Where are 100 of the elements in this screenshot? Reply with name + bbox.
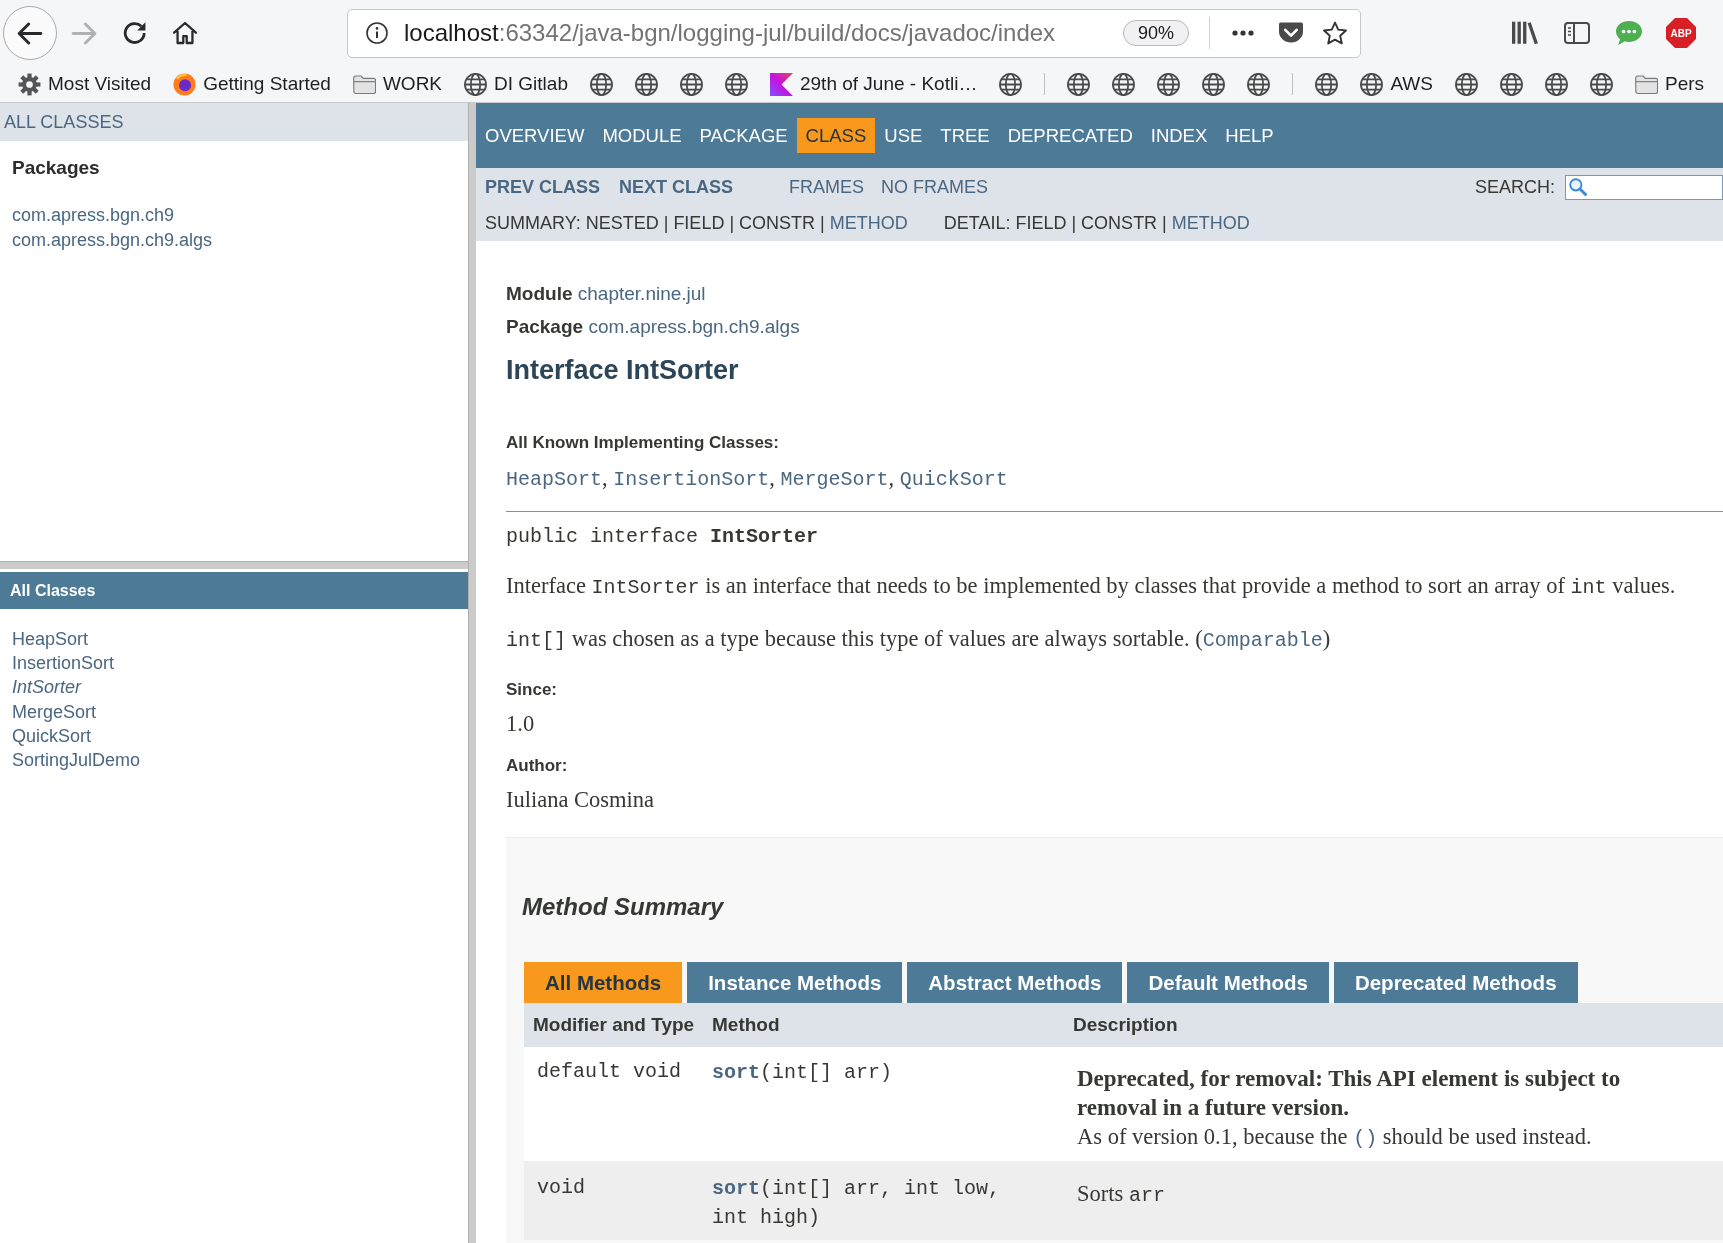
summary-method-link[interactable]: METHOD — [829, 213, 908, 234]
type-link[interactable]: QuickSort — [12, 723, 92, 748]
globe-icon[interactable] — [1157, 72, 1181, 96]
frames-link[interactable]: NO FRAMES — [881, 176, 989, 198]
globe-icon[interactable] — [1590, 72, 1613, 96]
function-link[interactable]: sort — [712, 1061, 760, 1084]
address-bar[interactable]: localhost:63342/java-bgn/logging-jul/build/docs/javadoc/index 90% — [347, 8, 1361, 58]
class-nav-link[interactable]: PREV CLASS — [485, 176, 601, 198]
sidebar-icon[interactable] — [1564, 21, 1590, 45]
nav-link[interactable]: MODULE — [593, 118, 691, 153]
search-label: SEARCH: — [1475, 176, 1555, 198]
package-line: Package com.apress.bgn.ch9.algs — [506, 315, 801, 339]
search-icon — [1569, 178, 1587, 196]
tag-value: Iuliana Cosmina — [506, 786, 656, 814]
globe-icon[interactable] — [1315, 72, 1339, 96]
globe-icon — [1360, 72, 1384, 96]
zoom-button[interactable]: 90% — [1122, 20, 1189, 46]
home-icon[interactable] — [173, 21, 197, 45]
globe-icon[interactable] — [589, 72, 613, 96]
implementing-classes: HeapSort, InsertionSort, MergeSort, QuickSort — [506, 464, 1009, 493]
bookmark-item[interactable]: 29th of June - Kotli… — [769, 72, 978, 96]
frames-link[interactable]: FRAMES — [789, 176, 865, 198]
method-signature: sort(int[] arr, int low, int high) — [712, 1176, 1002, 1231]
type-link[interactable]: InsertionSort — [613, 468, 770, 491]
globe-icon[interactable] — [1202, 72, 1226, 96]
classes-heading: All Classes — [0, 572, 468, 609]
detail-text: DETAIL: FIELD | CONSTR | — [943, 213, 1167, 234]
bookmark-item[interactable]: Most Visited — [18, 72, 152, 96]
type-link[interactable]: IntSorter — [12, 675, 82, 700]
nav-link[interactable]: USE — [875, 118, 932, 153]
interface-title: Interface IntSorter — [506, 354, 740, 387]
bookmark-item[interactable]: AWS — [1360, 72, 1433, 96]
method-tab[interactable]: Abstract Methods — [907, 962, 1123, 1003]
extension-button[interactable]: ABP — [1666, 18, 1696, 48]
nav-link[interactable]: TREE — [931, 118, 999, 153]
type-link[interactable]: InsertionSort — [12, 651, 115, 676]
globe-icon[interactable] — [1500, 72, 1523, 96]
type-link[interactable]: HeapSort — [12, 627, 89, 652]
globe-icon[interactable] — [1067, 72, 1091, 96]
library-icon[interactable] — [1512, 21, 1538, 45]
globe-icon[interactable] — [724, 72, 748, 96]
globe-icon[interactable] — [999, 72, 1023, 96]
globe-icon[interactable] — [1112, 72, 1136, 96]
chat-bubble-icon[interactable] — [1616, 20, 1642, 46]
back-button[interactable] — [3, 6, 57, 60]
modifier-text: default void — [537, 1060, 682, 1083]
column-header: Modifier and Type — [532, 1014, 696, 1036]
info-icon[interactable] — [366, 22, 388, 44]
nav-link[interactable]: HELP — [1216, 118, 1283, 153]
method-summary-heading: Method Summary — [522, 892, 725, 922]
namespace-link[interactable]: com.apress.bgn.ch9 — [12, 203, 175, 228]
class-nav-link[interactable]: NEXT CLASS — [619, 176, 734, 198]
globe-icon[interactable] — [634, 72, 658, 96]
folder-icon — [352, 72, 376, 96]
globe-icon[interactable] — [679, 72, 703, 96]
type-link[interactable]: MergeSort — [780, 468, 889, 491]
nav-link[interactable]: OVERVIEW — [476, 118, 594, 153]
identifier-link[interactable]: chapter.nine.jul — [577, 283, 706, 304]
packages-heading: Packages — [12, 156, 101, 180]
function-link[interactable]: sort — [712, 1177, 760, 1200]
type-link[interactable]: MergeSort — [12, 699, 97, 724]
star-icon[interactable] — [1323, 21, 1347, 45]
nav-link[interactable]: PACKAGE — [690, 118, 797, 153]
bookmark-item[interactable]: DI Gitlab — [464, 72, 568, 96]
type-link[interactable]: HeapSort — [506, 468, 602, 491]
globe-icon[interactable] — [1247, 72, 1271, 96]
method-tab[interactable]: All Methods — [524, 962, 683, 1003]
tag-value: 1.0 — [506, 710, 536, 738]
globe-icon[interactable] — [1455, 72, 1478, 96]
module-line: Module chapter.nine.jul — [506, 282, 707, 306]
search-field[interactable] — [1565, 174, 1723, 200]
more-icon[interactable] — [1232, 30, 1254, 36]
method-tab[interactable]: Default Methods — [1127, 962, 1329, 1003]
globe-icon — [464, 72, 488, 96]
bookmark-item[interactable]: Getting Started — [173, 72, 331, 96]
column-header: Description — [1072, 1014, 1179, 1036]
namespace-link[interactable]: com.apress.bgn.ch9.algs — [12, 228, 213, 253]
gear-icon — [18, 72, 41, 96]
url-text: localhost:63342/java-bgn/logging-jul/build/docs/javadoc/index — [404, 19, 1056, 47]
nav-link[interactable]: CLASS — [796, 118, 876, 153]
code-link[interactable]: Comparable — [1202, 629, 1323, 652]
all-classes-link[interactable]: ALL CLASSES — [4, 111, 124, 133]
globe-icon[interactable] — [1545, 72, 1568, 96]
chevron-shield-icon[interactable] — [1279, 22, 1303, 44]
description-text: As of version 0.1, because the () should be used instead. — [1077, 1123, 1593, 1152]
method-tab[interactable]: Instance Methods — [687, 962, 903, 1003]
method-tab[interactable]: Deprecated Methods — [1333, 962, 1578, 1003]
namespace-link[interactable]: com.apress.bgn.ch9.algs — [588, 316, 800, 337]
tag-label: Since: — [506, 679, 559, 701]
type-link[interactable]: QuickSort — [899, 468, 1008, 491]
bookmark-item[interactable]: Pers — [1635, 72, 1705, 96]
nav-link[interactable]: DEPRECATED — [998, 118, 1142, 153]
reload-icon[interactable] — [123, 21, 147, 45]
nav-link[interactable]: INDEX — [1141, 118, 1217, 153]
triangle-logo-icon — [769, 72, 793, 96]
bookmark-item[interactable]: WORK — [352, 72, 443, 96]
browser-logo-icon — [173, 72, 197, 96]
type-link[interactable]: SortingJulDemo — [12, 748, 141, 773]
detail-method-link[interactable]: METHOD — [1171, 213, 1250, 234]
code-link[interactable]: () — [1353, 1127, 1378, 1150]
